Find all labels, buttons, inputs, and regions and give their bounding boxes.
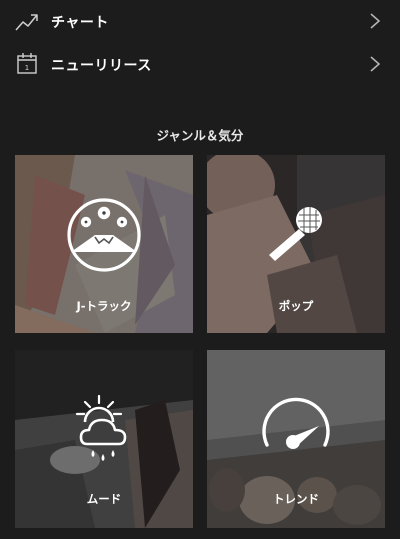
trending-up-icon xyxy=(15,14,38,31)
genre-tile-j-track[interactable]: J-トラック xyxy=(15,155,193,333)
tile-label: トレンド xyxy=(273,492,319,506)
genre-tile-pop[interactable]: ポップ xyxy=(207,155,385,333)
tile-label: ムード xyxy=(86,492,122,506)
nav-item-label: チャート xyxy=(51,15,109,31)
tile-label: J-トラック xyxy=(76,299,132,313)
genre-tile-mood[interactable]: ムード xyxy=(15,350,193,528)
chevron-right-icon xyxy=(370,13,381,29)
nav-item-chart[interactable]: チャート xyxy=(0,0,400,44)
tile-label: ポップ xyxy=(278,299,314,313)
nav-item-new-releases[interactable]: 1 ニューリリース xyxy=(0,43,400,87)
calendar-day-text: 1 xyxy=(25,64,29,72)
chevron-right-icon xyxy=(370,56,381,72)
calendar-icon: 1 xyxy=(17,53,37,74)
section-title: ジャンル＆気分 xyxy=(156,128,244,143)
nav-item-label: ニューリリース xyxy=(51,58,152,74)
genre-tile-trend[interactable]: トレンド xyxy=(207,350,385,528)
